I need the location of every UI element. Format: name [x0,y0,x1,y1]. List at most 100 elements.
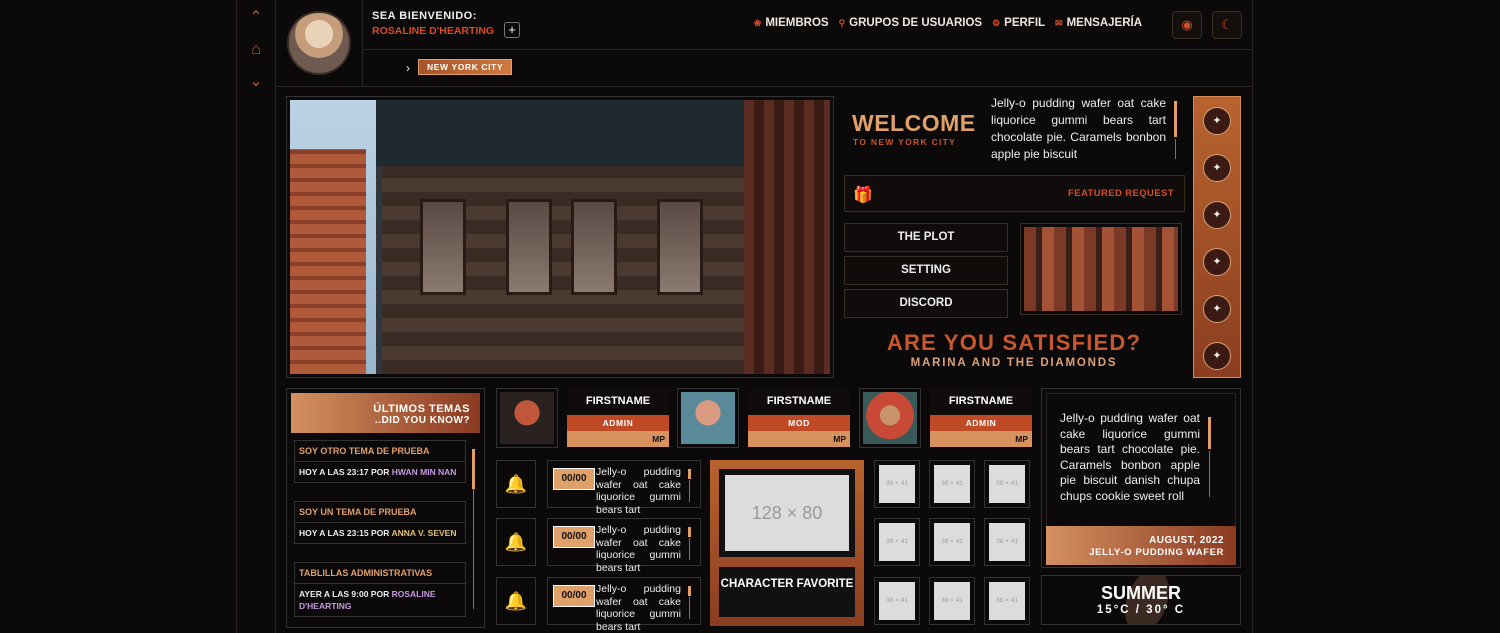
notification-text: Jelly-o pudding wafer oat cake liquorice… [596,524,681,574]
grid-image[interactable]: 38 × 41 [984,518,1030,566]
discord-button[interactable]: DISCORD [844,289,1008,318]
grid-image[interactable]: 38 × 41 [874,460,920,508]
setting-button[interactable]: SETTING [844,256,1008,285]
temperature-label: 15°C / 30° C [1096,604,1186,616]
staff-rank: MOD [748,415,850,431]
sparkle-icon[interactable]: ✦ [1203,248,1231,276]
notification-count: 00/00 [553,468,595,490]
toggle-button[interactable]: ◉ [1172,11,1202,39]
notification-item[interactable]: 00/00 Jelly-o pudding wafer oat cake liq… [547,577,701,633]
staff-card: FIRSTNAME ADMIN MP [930,388,1032,447]
chevron-down-icon[interactable]: ⌄ [246,72,266,92]
character-favorite: 128 × 80 CHARACTER FAVORITE [710,460,864,626]
list-item: TABLILLAS ADMINISTRATIVAS AYER A LAS 9:0… [294,562,466,617]
info-footer: AUGUST, 2022 JELLY-O PUDDING WAFER [1046,526,1236,565]
welcome-subtitle: TO NEW YORK CITY [853,137,957,147]
staff-rank: ADMIN [567,415,669,431]
quick-links-strip: ✦ ✦ ✦ ✦ ✦ ✦ [1193,96,1241,378]
pm-link[interactable]: MP [930,431,1032,447]
envelope-icon: ✉ [1055,17,1063,28]
gear-icon: ⚙ [992,17,1001,28]
grid-image[interactable]: 38 × 41 [874,518,920,566]
list-item: SOY UN TEMA DE PRUEBA HOY A LAS 23:15 PO… [294,501,466,544]
dark-mode-button[interactable]: ☾ [1212,11,1242,39]
notification-text: Jelly-o pudding wafer oat cake liquorice… [596,466,681,516]
side-rail: ⌃ ⌂ ⌄ [237,0,276,633]
grid-image[interactable]: 38 × 41 [984,577,1030,625]
info-panel: Jelly-o pudding wafer oat cake liquorice… [1041,388,1241,568]
sparkle-icon[interactable]: ✦ [1203,107,1231,135]
notification-item[interactable]: 00/00 Jelly-o pudding wafer oat cake liq… [547,460,701,516]
grid-image[interactable]: 38 × 41 [929,518,975,566]
pin-icon: ⚲ [838,17,846,28]
notification-count: 00/00 [553,585,595,607]
plus-icon[interactable]: + [504,22,520,38]
staff-avatar[interactable] [859,388,921,448]
bell-icon[interactable]: 🔔 [496,577,536,625]
sparkle-icon[interactable]: ✦ [1203,342,1231,370]
nav-groups[interactable]: ⚲ GRUPOS DE USUARIOS [839,17,983,29]
username-link[interactable]: ROSALINE D'HEARTING [372,25,494,37]
notification-count: 00/00 [553,526,595,548]
notification-item[interactable]: 00/00 Jelly-o pudding wafer oat cake liq… [547,518,701,574]
grid-image[interactable]: 38 × 41 [984,460,1030,508]
hero-image [286,96,834,378]
topic-author[interactable]: HWAN MIN NAN [392,467,457,477]
chevron-up-icon[interactable]: ⌃ [246,8,266,28]
season-label: SUMMER [1101,583,1181,603]
staff-card: FIRSTNAME MOD MP [748,388,850,447]
gift-icon: 🎁 [853,187,873,204]
bell-icon[interactable]: 🔔 [496,518,536,566]
topic-title[interactable]: TABLILLAS ADMINISTRATIVAS [295,563,465,584]
moon-icon: ☾ [1221,17,1233,32]
nav-messages[interactable]: ✉ MENSAJERÍA [1055,17,1142,29]
grid-image[interactable]: 38 × 41 [929,577,975,625]
sparkle-icon[interactable]: ✦ [1203,201,1231,229]
topics-header: ÚLTIMOS TEMAS ..DID YOU KNOW? [291,393,480,433]
scrollbar-thumb[interactable] [1174,101,1177,137]
info-text: Jelly-o pudding wafer oat cake liquorice… [1060,411,1200,503]
divider [362,49,1252,50]
avatar[interactable] [287,11,351,75]
plot-button[interactable]: THE PLOT [844,223,1008,252]
staff-name[interactable]: FIRSTNAME [748,388,850,415]
song-title: ARE YOU SATISFIED? [886,330,1142,355]
topic-author[interactable]: ANNA V. SEVEN [391,528,456,538]
main-nav: ❀ MIEMBROS ⚲ GRUPOS DE USUARIOS ⚙ PERFIL ✉ M… [754,17,1142,29]
city-thumbnail [1020,223,1182,315]
topic-title[interactable]: SOY UN TEMA DE PRUEBA [295,502,465,523]
topic-title[interactable]: SOY OTRO TEMA DE PRUEBA [295,441,465,462]
main-content: WELCOME TO NEW YORK CITY Jelly-o pudding… [276,87,1252,633]
paw-icon: ❀ [753,17,762,28]
nav-members[interactable]: ❀ MIEMBROS [754,17,829,29]
building-photo [290,100,830,374]
staff-name[interactable]: FIRSTNAME [930,388,1032,415]
breadcrumb[interactable]: NEW YORK CITY [418,59,513,75]
nav-profile[interactable]: ⚙ PERFIL [992,17,1045,29]
featured-label: FEATURED REQUEST [1068,188,1174,199]
home-icon[interactable]: ⌂ [246,40,266,60]
latest-topics: ÚLTIMOS TEMAS ..DID YOU KNOW? SOY OTRO T… [286,388,485,628]
weather-widget: SUMMER 15°C / 30° C [1041,575,1241,625]
character-favorite-label[interactable]: CHARACTER FAVORITE [719,567,855,617]
grid-image[interactable]: 38 × 41 [874,577,920,625]
featured-request[interactable]: 🎁 FEATURED REQUEST [844,175,1185,212]
bell-icon[interactable]: 🔔 [496,460,536,508]
staff-avatar[interactable] [677,388,739,448]
toggle-icon: ◉ [1181,17,1193,32]
grid-image[interactable]: 38 × 41 [929,460,975,508]
avatar-box [276,0,363,86]
sparkle-icon[interactable]: ✦ [1203,154,1231,182]
pm-link[interactable]: MP [567,431,669,447]
scrollbar-thumb[interactable] [1208,417,1211,449]
scrollbar-track [1175,139,1176,159]
staff-name[interactable]: FIRSTNAME [567,388,669,415]
welcome-text: Jelly-o pudding wafer oat cake liquorice… [991,96,1166,161]
greeting-label: SEA BIENVENIDO: [372,10,477,22]
scrollbar-thumb[interactable] [472,449,475,489]
pm-link[interactable]: MP [748,431,850,447]
sparkle-icon[interactable]: ✦ [1203,295,1231,323]
staff-avatar[interactable] [496,388,558,448]
chevron-right-icon: › [406,61,410,75]
staff-rank: ADMIN [930,415,1032,431]
